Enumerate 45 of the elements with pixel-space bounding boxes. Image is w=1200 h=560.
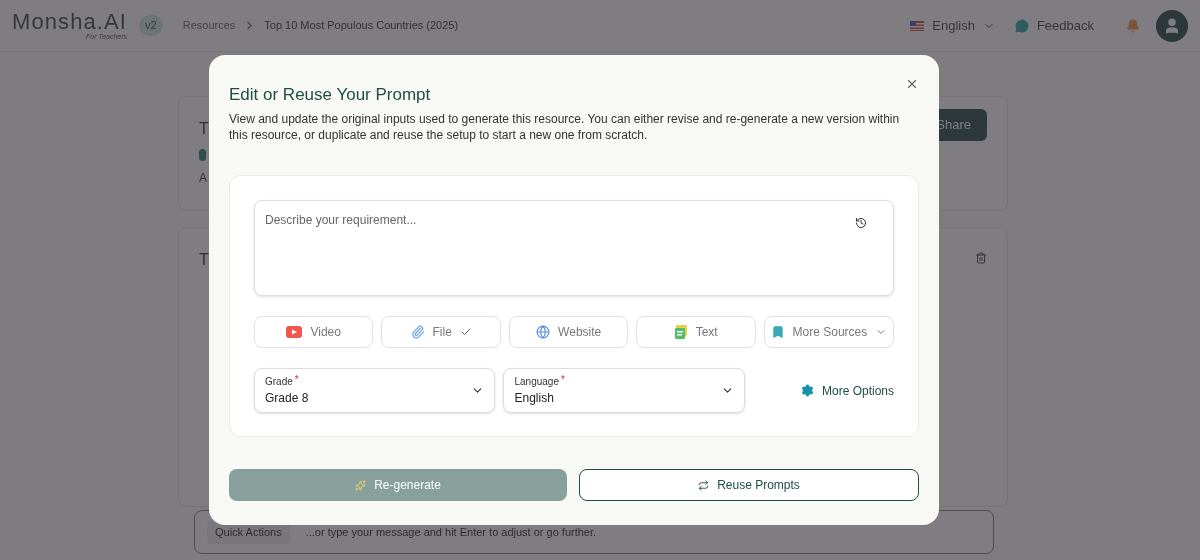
field-value: English	[514, 390, 555, 407]
trash-icon[interactable]	[975, 252, 987, 264]
notification-icon[interactable]	[1126, 18, 1140, 33]
version-badge: v2	[139, 15, 163, 36]
history-icon[interactable]	[855, 217, 867, 229]
paperclip-icon	[410, 325, 425, 339]
close-button[interactable]	[905, 77, 919, 91]
play-icon	[286, 326, 303, 338]
card-title: T	[199, 119, 209, 139]
reuse-button[interactable]: Reuse Prompts	[579, 469, 919, 501]
source-button[interactable]: More Sources	[763, 316, 894, 348]
source-button[interactable]: Website	[508, 316, 629, 348]
globe-icon	[536, 325, 551, 339]
language-selector[interactable]: English	[910, 15, 995, 36]
prompt-input[interactable]: Describe your requirement...	[265, 211, 855, 295]
source-button[interactable]: Video	[254, 316, 374, 348]
dialog-description: View and update the original inputs used to generate this resource. You can either revise and re-generate a new version within this resource, or duplicate and reuse the setup to start a new one from scratch.	[229, 111, 901, 143]
repeat-icon	[698, 479, 710, 491]
field-value: Grade 8	[265, 390, 310, 407]
dialog-title: Edit or Reuse Your Prompt	[229, 84, 431, 106]
sparkles-icon	[355, 479, 367, 491]
source-button[interactable]: Text	[636, 316, 756, 348]
bookmark-icon	[770, 325, 785, 339]
gear-icon	[800, 384, 814, 397]
more-options-button[interactable]: More Options	[800, 381, 894, 400]
chat-placeholder: ...or type your message and hit Enter to adjust or go further.	[305, 524, 597, 540]
logo[interactable]: Monsha.AI	[12, 11, 128, 33]
section-title: T	[199, 250, 209, 270]
field-label: Language	[514, 375, 559, 389]
prompt-field[interactable]: Describe your requirement...	[254, 200, 894, 296]
avatar[interactable]	[1156, 9, 1188, 42]
check-icon	[459, 326, 472, 338]
required-mark: *	[294, 374, 299, 386]
card-subtitle: A	[199, 170, 208, 187]
select-field[interactable]: Grade * Grade 8	[254, 368, 496, 413]
chat-bubble-icon	[1014, 18, 1029, 33]
field-label: Grade	[265, 375, 293, 389]
source-button[interactable]: File	[381, 316, 501, 348]
breadcrumb-current: Top 10 Most Populous Countries (2025)	[264, 18, 459, 34]
breadcrumb-link[interactable]: Resources	[182, 17, 236, 34]
flag-icon	[910, 20, 925, 31]
select-field[interactable]: Language * English	[503, 368, 745, 413]
feedback-button[interactable]: Feedback	[1014, 15, 1094, 36]
required-mark: *	[561, 374, 565, 386]
document-icon	[674, 325, 688, 339]
